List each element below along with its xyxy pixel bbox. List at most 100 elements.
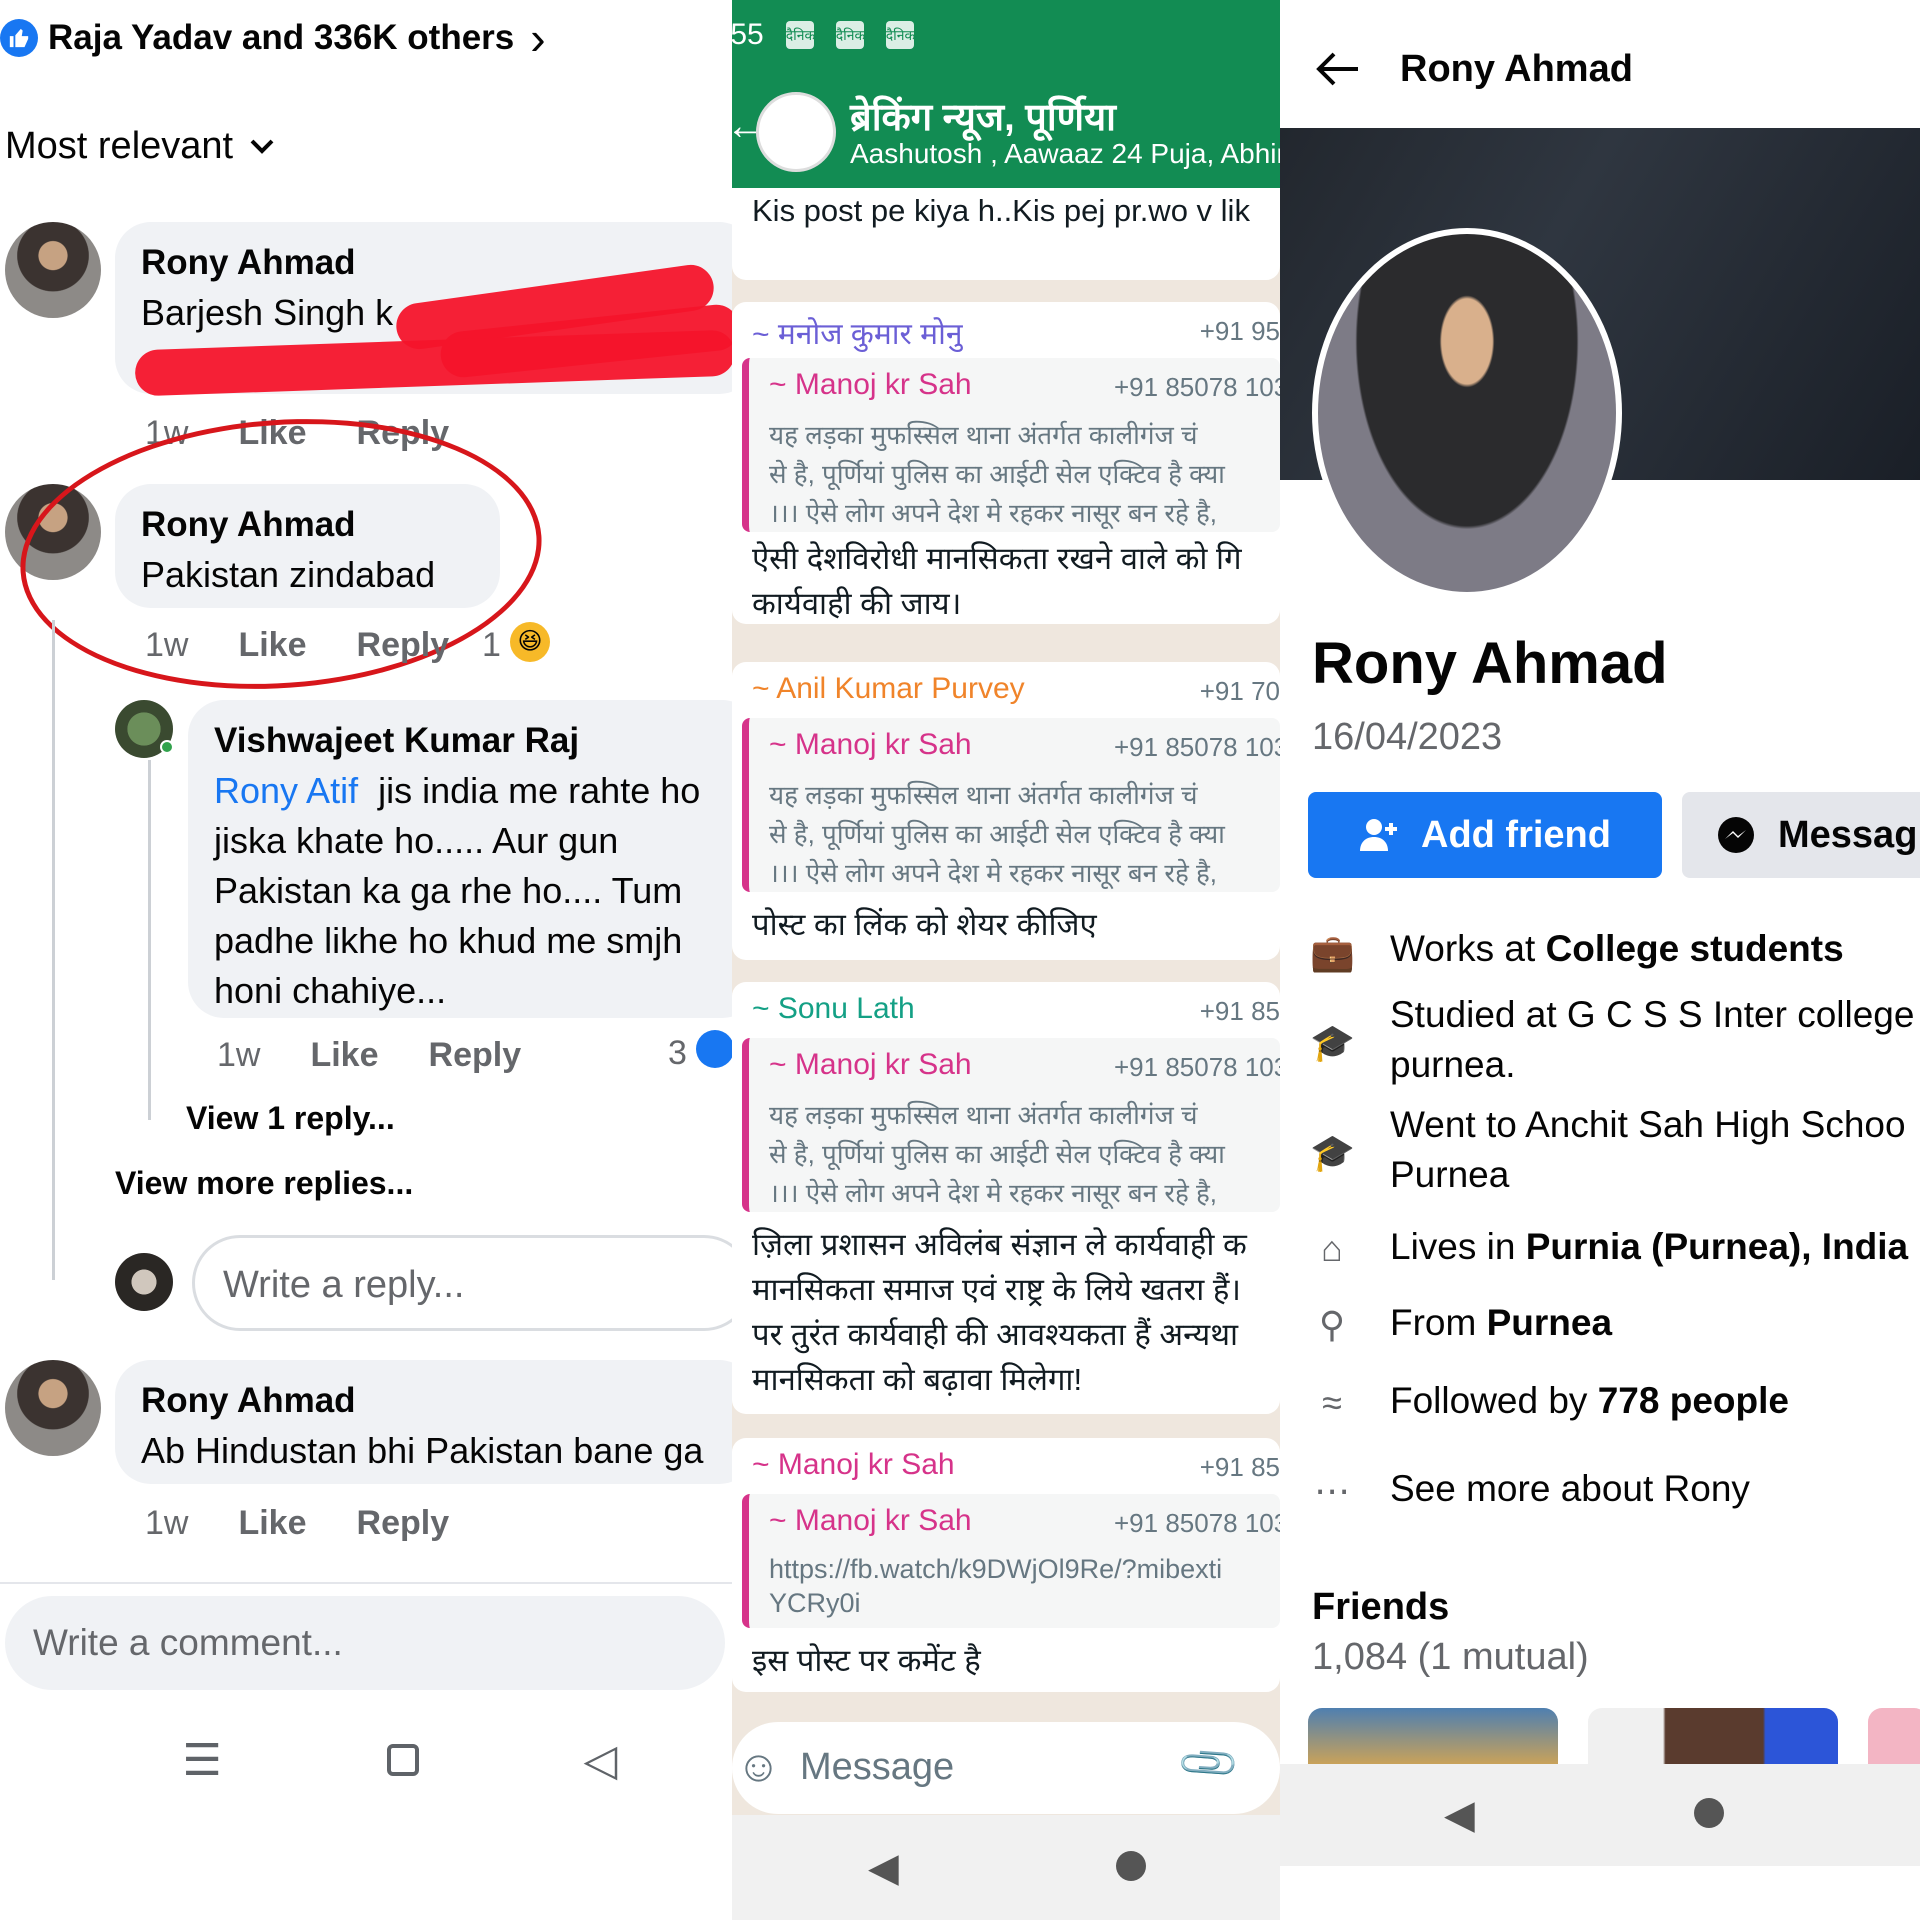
view-one-reply-link[interactable]: View 1 reply...: [186, 1100, 395, 1137]
quoted-message[interactable]: ~ Manoj kr Sah +91 85078 103 यह लड़का मु…: [742, 1038, 1280, 1212]
message-text: ऐसी देशविरोधी मानसिकता रखने वाले को गि क…: [752, 536, 1280, 626]
message-bubble[interactable]: ~ मनोज कुमार मोनु +91 95 ~ Manoj kr Sah …: [732, 302, 1280, 624]
comment-actions: 1w Like Reply: [145, 626, 449, 665]
message-input[interactable]: ☺ Message 📎: [732, 1722, 1280, 1814]
detail-bold: Purnia (Purnea), India: [1525, 1226, 1909, 1267]
comment-time: 1w: [145, 1504, 189, 1542]
menu-icon[interactable]: ☰: [182, 1735, 221, 1786]
location-pin-icon: ⚲: [1318, 1304, 1346, 1345]
friends-heading[interactable]: Friends: [1312, 1586, 1449, 1629]
detail-text: Went to Anchit Sah High Schoo: [1390, 1104, 1906, 1145]
detail-text: Works at: [1390, 928, 1546, 969]
comment-bubble[interactable]: Rony Ahmad Ab Hindustan bhi Pakistan ban…: [115, 1360, 732, 1484]
avatar[interactable]: [5, 222, 101, 318]
quoted-link[interactable]: https://fb.watch/k9DWjOl9Re/?mibexti YCR…: [769, 1552, 1279, 1620]
reply-bubble[interactable]: Vishwajeet Kumar Raj Rony Atif jis india…: [188, 700, 732, 1018]
commenter-name[interactable]: Vishwajeet Kumar Raj: [214, 716, 732, 766]
commenter-name[interactable]: Rony Ahmad: [141, 1376, 729, 1426]
quoted-phone: +91 85078 103: [1114, 1508, 1280, 1538]
sender-name[interactable]: ~ Manoj kr Sah: [752, 1448, 955, 1482]
reply-button[interactable]: Reply: [357, 1504, 450, 1543]
back-triangle-icon[interactable]: ◁: [584, 1735, 618, 1786]
reactions-text: Raja Yadav and 336K others: [48, 18, 515, 57]
friend-thumbnail[interactable]: [1868, 1708, 1920, 1764]
reaction-count[interactable]: 1: [482, 626, 501, 665]
rss-icon: ≈: [1322, 1382, 1342, 1423]
quoted-line: यह लड़का मुफस्सिल थाना अंतर्गत कालीगंज च…: [769, 1100, 1198, 1130]
comment-input[interactable]: Write a comment...: [5, 1596, 725, 1690]
back-triangle-icon[interactable]: ◀: [1444, 1792, 1475, 1838]
group-members[interactable]: Aashutosh , Aawaaz 24 Puja, Abhim: [850, 138, 1280, 170]
graduation-cap-icon: 🎓: [1310, 1132, 1355, 1173]
quoted-sender: ~ Manoj kr Sah: [769, 728, 972, 761]
message-bubble[interactable]: Kis post pe kiya h..Kis pej pr.wo v lik: [732, 188, 1280, 280]
haha-reaction-icon: 😆: [510, 622, 550, 662]
home-square-icon[interactable]: [386, 1744, 419, 1776]
chevron-right-icon: ›: [530, 12, 546, 64]
sender-name[interactable]: ~ Anil Kumar Purvey: [752, 672, 1025, 706]
reply-text-line: Pakistan ka ga rhe ho.... Tum: [214, 870, 683, 911]
view-more-replies-link[interactable]: View more replies...: [115, 1165, 413, 1202]
message-bubble[interactable]: ~ Anil Kumar Purvey +91 70 ~ Manoj kr Sa…: [732, 662, 1280, 960]
sender-phone: +91 85: [1199, 1452, 1280, 1482]
mention-link[interactable]: Rony Atif: [214, 770, 358, 811]
status-bar: :55 दैनिक दैनिक दैनिक: [732, 18, 915, 52]
like-reaction-icon: [0, 19, 38, 57]
quoted-message[interactable]: ~ Manoj kr Sah +91 85078 103 https://fb.…: [742, 1494, 1280, 1628]
friend-thumbnail[interactable]: [1588, 1708, 1838, 1764]
chevron-down-icon: [250, 139, 274, 154]
group-title[interactable]: ब्रेकिंग न्यूज, पूर्णिया: [850, 90, 1116, 142]
quoted-line: से है, पूर्णियां पुलिस का आईटी सेल एक्टि…: [769, 819, 1225, 849]
emoji-icon[interactable]: ☺: [736, 1742, 781, 1792]
message-text: Kis post pe kiya h..Kis pej pr.wo v lik: [752, 193, 1250, 228]
message-line: इस पोस्ट पर कमेंट है: [752, 1643, 981, 1678]
detail-bold: Purnea: [1486, 1302, 1613, 1343]
sender-phone: +91 85: [1199, 996, 1280, 1026]
link-line: https://fb.watch/k9DWjOl9Re/?mibexti: [769, 1554, 1223, 1584]
online-status-dot: [160, 740, 174, 754]
reply-text-line: jis india me rahte ho: [378, 770, 701, 811]
quoted-message[interactable]: ~ Manoj kr Sah +91 85078 103 यह लड़का मु…: [742, 358, 1280, 532]
reply-button[interactable]: Reply: [357, 626, 450, 665]
reactions-summary[interactable]: Raja Yadav and 336K others ›: [0, 10, 546, 66]
sender-name[interactable]: ~ मनोज कुमार मोनु: [752, 312, 963, 353]
message-line: ज़िला प्रशासन अविलंब संज्ञान ले कार्यवाह…: [752, 1227, 1247, 1262]
sender-name[interactable]: ~ Sonu Lath: [752, 992, 915, 1026]
quoted-text: यह लड़का मुफस्सिल थाना अंतर्गत कालीगंज च…: [769, 1096, 1279, 1213]
header-name: Rony Ahmad: [1400, 48, 1633, 90]
detail-text: See more about Rony: [1390, 1468, 1750, 1509]
avatar[interactable]: [5, 1360, 101, 1456]
like-button[interactable]: Like: [238, 626, 306, 665]
message-text: ज़िला प्रशासन अविलंब संज्ञान ले कार्यवाह…: [752, 1222, 1280, 1402]
chat-header: :55 दैनिक दैनिक दैनिक ← ब्रेकिंग न्यूज, …: [732, 0, 1280, 188]
home-circle-icon[interactable]: [1116, 1851, 1146, 1881]
message-bubble[interactable]: ~ Sonu Lath +91 85 ~ Manoj kr Sah +91 85…: [732, 982, 1280, 1414]
quoted-sender: ~ Manoj kr Sah: [769, 1504, 972, 1537]
like-button[interactable]: Like: [310, 1036, 378, 1075]
home-circle-icon[interactable]: [1694, 1798, 1724, 1828]
profile-picture[interactable]: [1312, 228, 1622, 598]
attachment-icon[interactable]: 📎: [1175, 1729, 1243, 1797]
friends-count: 1,084 (1 mutual): [1312, 1636, 1589, 1678]
like-button[interactable]: Like: [238, 1504, 306, 1543]
divider: [0, 1582, 732, 1584]
reply-button[interactable]: Reply: [429, 1036, 522, 1075]
add-friend-button[interactable]: Add friend: [1308, 792, 1662, 878]
quoted-phone: +91 85078 103: [1114, 732, 1280, 762]
group-avatar[interactable]: [756, 92, 836, 172]
app-notification-icon: दैनिक: [785, 21, 815, 49]
status-time: :55: [732, 18, 764, 51]
quoted-message[interactable]: ~ Manoj kr Sah +91 85078 103 यह लड़का मु…: [742, 718, 1280, 892]
back-triangle-icon[interactable]: ◀: [868, 1845, 899, 1891]
back-arrow-icon[interactable]: [1314, 50, 1360, 88]
reaction-count[interactable]: 3: [668, 1034, 687, 1073]
message-placeholder: Message: [800, 1746, 955, 1788]
message-button[interactable]: Messag: [1682, 792, 1920, 878]
message-bubble[interactable]: ~ Manoj kr Sah +91 85 ~ Manoj kr Sah +91…: [732, 1438, 1280, 1692]
detail-text: purnea.: [1390, 1044, 1516, 1085]
friend-thumbnail[interactable]: [1308, 1708, 1558, 1764]
thread-line: [52, 620, 55, 1280]
reply-actions: 1w Like Reply: [217, 1036, 521, 1075]
reply-input[interactable]: Write a reply...: [192, 1235, 732, 1331]
sort-dropdown[interactable]: Most relevant: [5, 125, 275, 168]
